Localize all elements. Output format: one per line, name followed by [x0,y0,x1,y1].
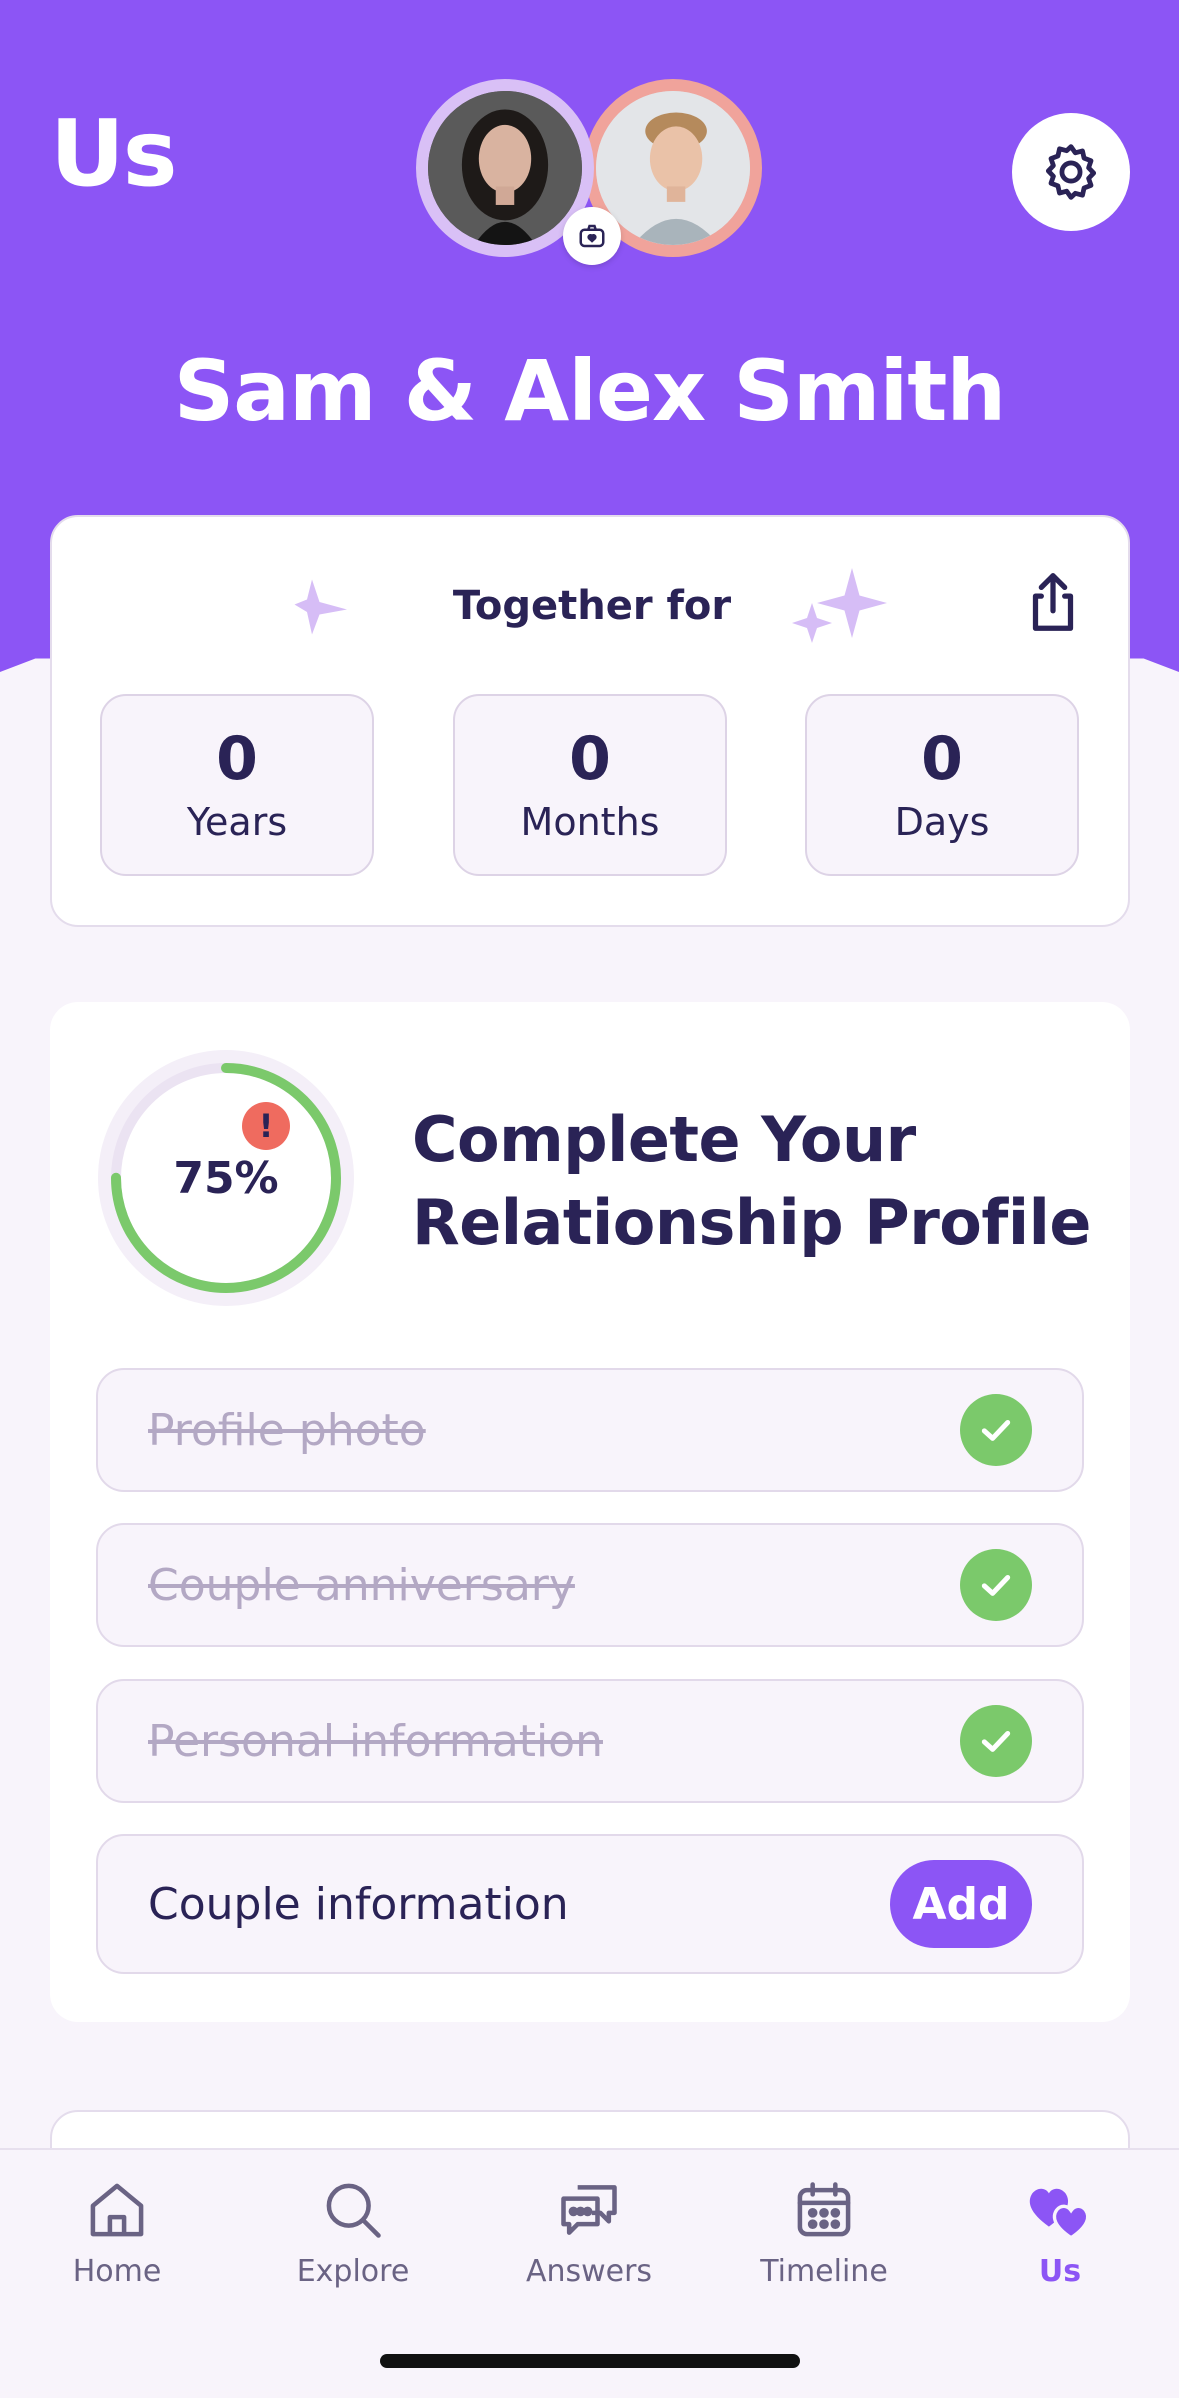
calendar-icon [797,2182,851,2237]
task-couple-information[interactable]: Couple information Add [96,1834,1084,1974]
share-button[interactable] [1018,567,1088,637]
progress-percent: 75% [173,1152,279,1204]
task-label: Couple information [148,1878,569,1930]
stat-label: Days [894,800,990,844]
together-card: Together for 0 Years 0 Months 0 Days [50,515,1130,927]
checkmark-icon [960,1705,1032,1777]
stat-label: Months [520,800,660,844]
stat-years: 0 Years [100,694,374,876]
hearts-icon [1029,2188,1090,2240]
tab-label: Answers [525,2254,653,2289]
task-couple-anniversary[interactable]: Couple anniversary [96,1523,1084,1647]
task-label: Profile photo [148,1404,426,1456]
add-button[interactable]: Add [890,1860,1032,1948]
alert-icon: ! [242,1102,290,1150]
task-profile-photo[interactable]: Profile photo [96,1368,1084,1492]
tab-label: Timeline [760,2254,888,2289]
tab-home[interactable]: Home [17,2176,217,2289]
profile-title-line1: Complete Your [412,1103,916,1176]
tab-explore[interactable]: Explore [253,2176,453,2289]
gear-icon [1045,144,1097,200]
tab-answers[interactable]: Answers [489,2176,689,2289]
stat-value: 0 [569,724,611,794]
home-icon [90,2183,144,2237]
search-icon [326,2183,381,2238]
settings-button[interactable] [1012,113,1130,231]
profile-title-line2: Relationship Profile [412,1186,1091,1260]
together-title: Together for [452,583,732,629]
sparkles-icon [792,568,887,643]
task-personal-information[interactable]: Personal information [96,1679,1084,1803]
couple-name: Sam & Alex Smith [173,342,1006,440]
profile-completion-card: 75% ! Complete Your Relationship Profile… [50,1002,1130,2022]
chat-icon [561,2185,617,2235]
tab-label: Us [1038,2254,1082,2289]
stat-months: 0 Months [453,694,727,876]
tab-us[interactable]: Us [960,2176,1160,2289]
checkmark-icon [960,1394,1032,1466]
profile-title: Complete Your Relationship Profile [412,1098,1091,1264]
stat-value: 0 [921,724,963,794]
home-indicator [380,2354,800,2368]
page-title: Us [50,100,177,207]
share-icon [1032,573,1074,631]
task-label: Personal information [148,1715,603,1767]
task-label: Couple anniversary [148,1559,575,1611]
camera-icon[interactable] [563,207,621,265]
checkmark-icon [960,1549,1032,1621]
stat-days: 0 Days [805,694,1079,876]
tab-label: Home [72,2254,162,2289]
tab-label: Explore [296,2254,410,2289]
tab-timeline[interactable]: Timeline [724,2176,924,2289]
stat-label: Years [186,800,288,844]
stat-value: 0 [216,724,258,794]
